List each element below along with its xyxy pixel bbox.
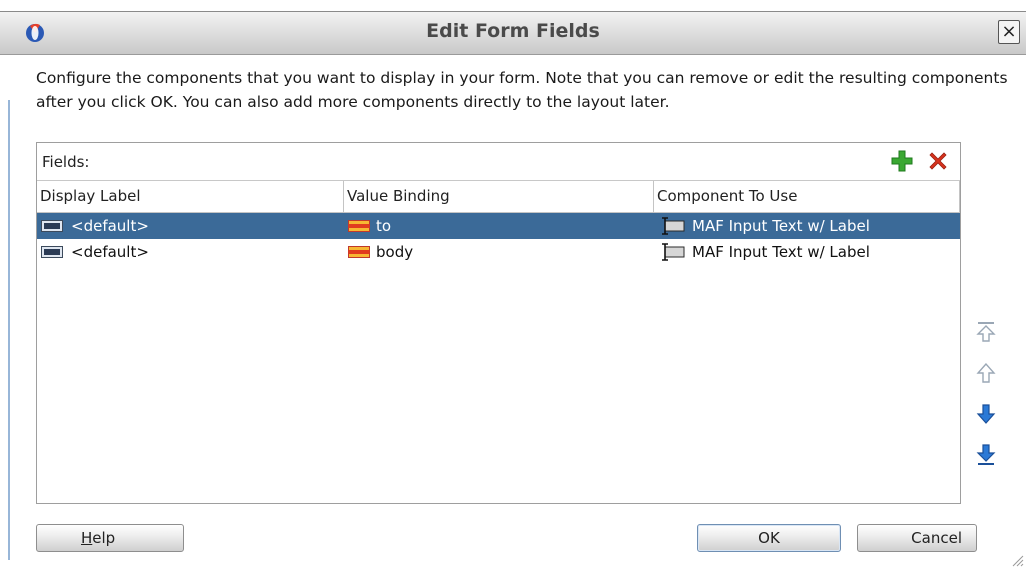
close-button[interactable]: ×: [998, 20, 1020, 44]
text-field-icon: [41, 246, 63, 258]
fields-table-header: Display Label Value Binding Component To…: [37, 181, 960, 213]
text-field-icon: [41, 220, 63, 232]
column-header-component[interactable]: Component To Use: [654, 181, 960, 213]
display-label-text: <default>: [71, 243, 149, 261]
display-label-cell[interactable]: <default>: [37, 239, 344, 265]
input-text-component-icon: [662, 243, 685, 261]
move-bottom-icon[interactable]: [974, 443, 998, 467]
value-binding-text: body: [376, 243, 414, 261]
instructions-text: Configure the components that you want t…: [36, 69, 1008, 111]
column-header-value-binding[interactable]: Value Binding: [344, 181, 654, 213]
remove-field-button[interactable]: [926, 149, 950, 173]
input-text-component-icon: [662, 217, 685, 235]
move-top-icon[interactable]: [974, 320, 998, 344]
close-icon: ×: [1001, 21, 1017, 42]
resize-grip-icon[interactable]: [1010, 553, 1024, 567]
cancel-button-label: Cancel: [911, 529, 962, 547]
table-row[interactable]: <default> to MAF Input Text w/ Label: [37, 213, 960, 239]
component-cell[interactable]: MAF Input Text w/ Label: [654, 239, 960, 265]
window-edge-divider: [8, 100, 10, 560]
dialog-title-bar: Edit Form Fields ×: [0, 11, 1026, 55]
ok-button[interactable]: OK: [697, 524, 841, 552]
table-row[interactable]: <default> body MAF Input Text w/ Label: [37, 239, 960, 265]
fields-panel: Fields: Display Label Value Binding Comp…: [36, 142, 961, 504]
fields-label: Fields:: [42, 153, 90, 171]
move-down-icon[interactable]: [974, 402, 998, 426]
component-cell[interactable]: MAF Input Text w/ Label: [654, 213, 960, 239]
component-text: MAF Input Text w/ Label: [692, 217, 870, 235]
dialog-title: Edit Form Fields: [426, 20, 600, 42]
display-label-cell[interactable]: <default>: [37, 213, 344, 239]
value-binding-text: to: [376, 217, 392, 235]
display-label-text: <default>: [71, 217, 149, 235]
cancel-button[interactable]: Cancel: [857, 524, 977, 552]
help-button-label: elp: [92, 529, 116, 547]
column-header-display-label[interactable]: Display Label: [37, 181, 344, 213]
add-field-button[interactable]: [890, 149, 914, 173]
move-up-icon[interactable]: [974, 361, 998, 385]
ok-button-label: OK: [758, 529, 780, 547]
help-button[interactable]: Help: [36, 524, 184, 552]
value-binding-cell[interactable]: body: [344, 239, 654, 265]
help-button-mnemonic: H: [81, 529, 93, 547]
value-binding-cell[interactable]: to: [344, 213, 654, 239]
fields-panel-header: Fields:: [37, 143, 960, 181]
attribute-binding-icon: [348, 246, 370, 258]
attribute-binding-icon: [348, 220, 370, 232]
component-text: MAF Input Text w/ Label: [692, 243, 870, 261]
